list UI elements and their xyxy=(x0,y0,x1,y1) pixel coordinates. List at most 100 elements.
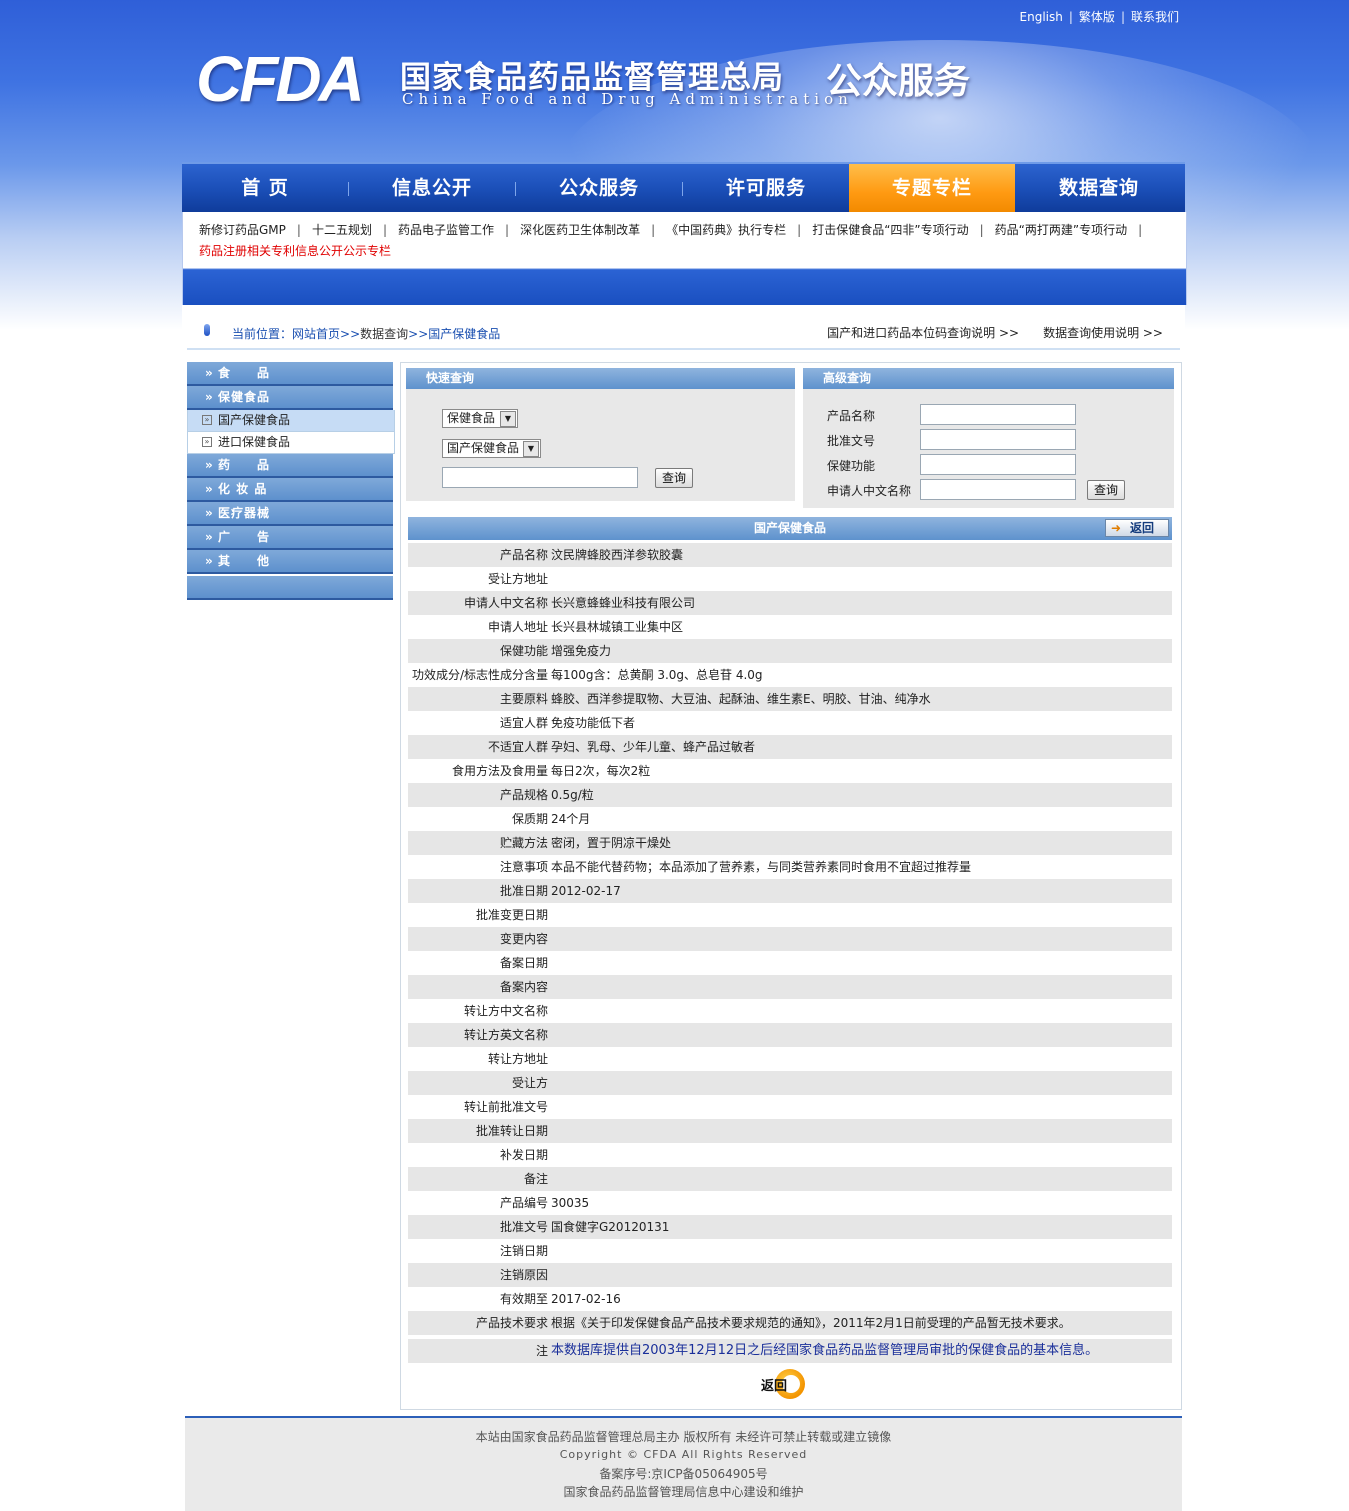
table-row: 保质期 24个月 xyxy=(408,807,1172,831)
row-value: 孕妇、乳母、少年儿童、蜂产品过敏者 xyxy=(551,740,756,754)
sidebar-item-ads[interactable]: » 广 告 xyxy=(187,526,393,550)
table-row: 产品名称 汶民牌蜂胶西洋参软胶囊 xyxy=(408,543,1172,567)
sidebar-sub-imported[interactable]: » 进口保健食品 xyxy=(187,432,395,454)
table-row: 保健功能 增强免疫力 xyxy=(408,639,1172,663)
row-key: 补发日期 xyxy=(499,1148,548,1162)
row-value: 2012-02-17 xyxy=(551,884,621,898)
row-value: 2017-02-16 xyxy=(551,1292,621,1306)
breadcrumb: 当前位置：网站首页>>数据查询>>国产保健食品 国产和进口药品本位码查询说明 >… xyxy=(182,312,1185,352)
sidebar-item-label: 保健食品 xyxy=(218,390,271,404)
table-row: 申请人地址 长兴县林城镇工业集中区 xyxy=(408,615,1172,639)
row-key: 批准转让日期 xyxy=(475,1124,548,1138)
english-link[interactable]: English xyxy=(1020,10,1063,24)
table-row: 产品规格 0.5g/粒 xyxy=(408,783,1172,807)
sidebar-item-label: 其 他 xyxy=(218,554,271,568)
sidebar-item-other[interactable]: » 其 他 xyxy=(187,550,393,574)
row-value: 增强免疫力 xyxy=(551,644,612,658)
product-name-input[interactable] xyxy=(920,404,1076,425)
row-value: 每100g含：总黄酮 3.0g、总皂苷 4.0g xyxy=(551,668,763,682)
contact-link[interactable]: 联系我们 xyxy=(1131,10,1179,24)
row-key: 适宜人群 xyxy=(499,716,548,730)
health-function-input[interactable] xyxy=(920,454,1076,475)
sidebar-item-food[interactable]: » 食 品 xyxy=(187,362,393,386)
top-links: English | 繁体版 | 联系我们 xyxy=(1019,10,1179,24)
quick-search-button[interactable]: 查询 xyxy=(655,468,693,488)
subnav-link[interactable]: 药品电子监管工作 xyxy=(398,223,494,237)
subnav-link[interactable]: 网上购药安全警示 xyxy=(864,244,960,258)
table-row: 转让前批准文号 xyxy=(408,1095,1172,1119)
subnav-link[interactable]: 28号局令执行专栏 xyxy=(542,244,641,258)
sidebar-item-label: 医疗器械 xyxy=(218,506,271,520)
subnav-link[interactable]: 新修订药品GMP xyxy=(199,223,286,237)
subnav-link[interactable]: 《中国药典》执行专栏 xyxy=(666,223,786,237)
sidebar-item-label: 食 品 xyxy=(218,366,271,380)
table-row: 批准文号 国食健字G20120131 xyxy=(408,1215,1172,1239)
advanced-search-button[interactable]: 查询 xyxy=(1087,480,1125,500)
table-row: 受让方 xyxy=(408,1071,1172,1095)
row-key: 转让方中文名称 xyxy=(463,1004,548,1018)
nav-item-info[interactable]: 信息公开 xyxy=(349,164,515,212)
subnav-link[interactable]: 深化医药卫生体制改革 xyxy=(520,223,640,237)
subnav-link[interactable]: 十二五规划 xyxy=(312,223,372,237)
subcategory-select[interactable]: 国产保健食品 ▼ xyxy=(442,439,541,458)
traditional-link[interactable]: 繁体版 xyxy=(1079,10,1115,24)
category-select[interactable]: 保健食品 ▼ xyxy=(442,409,518,428)
breadcrumb-home[interactable]: 网站首页 xyxy=(292,327,340,341)
breadcrumb-prefix: 当前位置： xyxy=(232,327,293,341)
table-row: 申请人中文名称 长兴意蜂蜂业科技有限公司 xyxy=(408,591,1172,615)
subnav-link[interactable]: 医疗器械警戒 xyxy=(766,244,838,258)
breadcrumb-data-query[interactable]: 数据查询 xyxy=(360,327,408,341)
row-value: 0.5g/粒 xyxy=(551,788,594,802)
row-value: 每日2次，每次2粒 xyxy=(551,764,651,778)
row-key: 转让前批准文号 xyxy=(463,1100,548,1114)
row-key: 贮藏方法 xyxy=(499,836,548,850)
row-value: 根据《关于印发保健食品产品技术要求规范的通知》，2011年2月1日前受理的产品暂… xyxy=(551,1316,1071,1330)
nav-item-home[interactable]: 首 页 xyxy=(182,164,348,212)
subnav-link[interactable]: 药品“两打两建”专项行动 xyxy=(995,223,1127,237)
table-row: 批准日期 2012-02-17 xyxy=(408,879,1172,903)
sidebar-item-health-food[interactable]: » 保健食品 xyxy=(187,386,393,410)
approval-number-input[interactable] xyxy=(920,429,1076,450)
divider xyxy=(187,348,1180,350)
row-key: 备案日期 xyxy=(499,956,548,970)
subnav-link[interactable]: 打击保健食品“四非”专项行动 xyxy=(812,223,968,237)
dropdown-arrow-icon: ▼ xyxy=(500,411,516,427)
nav-item-data-query[interactable]: 数据查询 xyxy=(1016,164,1182,212)
sidebar-item-cosmetics[interactable]: » 化 妆 品 xyxy=(187,478,393,502)
cfda-logo[interactable]: CFDA xyxy=(196,47,390,111)
subnav-link[interactable]: 曝光栏 xyxy=(986,244,1022,258)
table-row: 适宜人群 免疫功能低下者 xyxy=(408,711,1172,735)
quick-search-input[interactable] xyxy=(442,467,638,488)
footer-maintainer: 国家食品药品监督管理局信息中心建设和维护 xyxy=(563,1485,804,1499)
sidebar-sub-domestic[interactable]: » 国产保健食品 xyxy=(187,410,395,432)
drug-code-help-link[interactable]: 国产和进口药品本位码查询说明 >> xyxy=(827,326,1019,340)
subnav-link-patent[interactable]: 药品注册相关专利信息公开公示专栏 xyxy=(199,244,391,258)
row-key: 转让方英文名称 xyxy=(463,1028,548,1042)
quick-search-title: 快速查询 xyxy=(406,368,795,389)
double-chevron-icon: » xyxy=(205,482,213,496)
sidebar-item-drugs[interactable]: » 药 品 xyxy=(187,454,393,478)
footer: 本站由国家食品药品监督管理总局主办 版权所有 未经许可禁止转载或建立镜像 Cop… xyxy=(185,1416,1182,1511)
applicant-name-input[interactable] xyxy=(920,479,1076,500)
back-button-label: 返回 xyxy=(1130,521,1155,535)
row-key: 批准变更日期 xyxy=(475,908,548,922)
subnav-link[interactable]: 24号局令执行专栏 xyxy=(417,244,516,258)
back-button-bottom[interactable]: 返回 xyxy=(761,1369,809,1399)
back-button-top[interactable]: ➜ 返回 xyxy=(1105,519,1169,537)
nav-item-public-service[interactable]: 公众服务 xyxy=(516,164,682,212)
subnav-link[interactable]: 知识问答 xyxy=(1122,244,1170,258)
subcategory-select-value: 国产保健食品 xyxy=(447,441,520,455)
table-row: 备案日期 xyxy=(408,951,1172,975)
nav-item-license[interactable]: 许可服务 xyxy=(683,164,849,212)
sidebar-item-devices[interactable]: » 医疗器械 xyxy=(187,502,393,526)
row-value: 密闭，置于阴凉干燥处 xyxy=(551,836,672,850)
table-row: 功效成分/标志性成分含量 每100g含：总黄酮 3.0g、总皂苷 4.0g xyxy=(408,663,1172,687)
row-key: 注销原因 xyxy=(499,1268,548,1282)
data-query-help-link[interactable]: 数据查询使用说明 >> xyxy=(1043,326,1163,340)
subnav-link[interactable]: 产品召回 xyxy=(1048,244,1096,258)
sidebar-sub-label: 国产保健食品 xyxy=(218,413,291,427)
nav-item-special[interactable]: 专题专栏 xyxy=(849,164,1015,212)
main-nav: 首 页 信息公开 公众服务 许可服务 专题专栏 数据查询 xyxy=(182,162,1185,214)
table-row: 产品技术要求 根据《关于印发保健食品产品技术要求规范的通知》，2011年2月1日前… xyxy=(408,1311,1172,1335)
subnav-link[interactable]: 药品安全警示 xyxy=(668,244,740,258)
